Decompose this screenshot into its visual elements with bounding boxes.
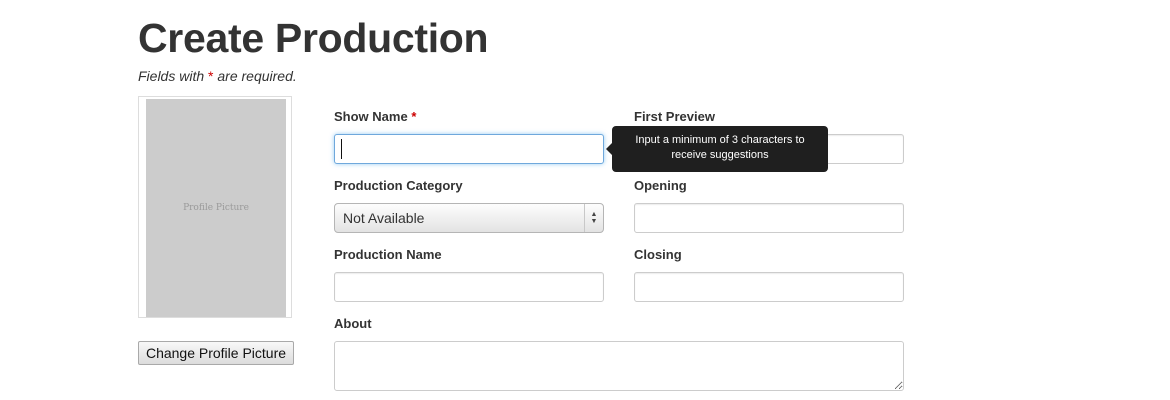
required-fields-note: Fields with * are required. — [138, 68, 297, 84]
tooltip-text: Input a minimum of 3 characters to recei… — [635, 134, 805, 161]
required-note-suffix: are required. — [213, 68, 297, 84]
show-name-tooltip: Input a minimum of 3 characters to recei… — [606, 126, 828, 172]
text-caret — [341, 139, 342, 159]
show-name-input[interactable] — [334, 134, 604, 164]
opening-input[interactable] — [634, 203, 904, 233]
show-name-label: Show Name * — [334, 109, 416, 124]
production-name-label: Production Name — [334, 247, 442, 262]
about-label: About — [334, 316, 372, 331]
show-name-required-marker: * — [411, 109, 417, 124]
closing-input[interactable] — [634, 272, 904, 302]
show-name-label-text: Show Name — [334, 109, 408, 124]
opening-label: Opening — [634, 178, 687, 193]
required-note-prefix: Fields with — [138, 68, 209, 84]
change-profile-picture-button[interactable]: Change Profile Picture — [138, 341, 294, 365]
production-name-input[interactable] — [334, 272, 604, 302]
first-preview-label: First Preview — [634, 109, 715, 124]
closing-label: Closing — [634, 247, 682, 262]
tooltip-arrow — [606, 143, 612, 155]
about-textarea[interactable] — [334, 341, 904, 391]
profile-picture-placeholder: Profile Picture — [146, 99, 286, 317]
production-category-selected-value: Not Available — [343, 210, 425, 226]
page-title: Create Production — [138, 15, 489, 61]
production-category-select[interactable]: Not Available ▲ ▼ — [334, 203, 604, 233]
up-down-arrows-icon: ▲ ▼ — [584, 204, 603, 232]
profile-picture-placeholder-text: Profile Picture — [183, 203, 249, 213]
production-category-label: Production Category — [334, 178, 463, 193]
profile-picture-frame: Profile Picture — [138, 96, 292, 318]
